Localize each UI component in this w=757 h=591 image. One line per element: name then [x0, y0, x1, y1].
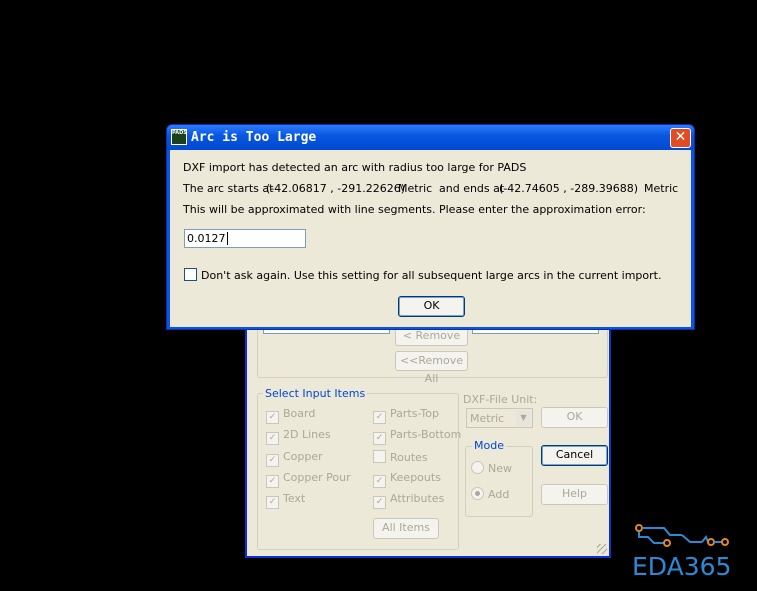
- resize-grip-icon[interactable]: [597, 544, 607, 554]
- radio-selected-icon: [471, 487, 484, 500]
- checkbox-copper-pour[interactable]: ✓ Copper Pour: [266, 471, 351, 488]
- eda365-logo-text: EDA365: [632, 552, 732, 581]
- dxf-import-dialog: < Remove <<Remove All Select Input Items…: [245, 312, 611, 558]
- checkmark-icon: ✓: [373, 411, 386, 424]
- close-button[interactable]: ✕: [670, 128, 691, 148]
- chevron-down-icon: ▼: [516, 410, 531, 426]
- checkbox-parts-bottom[interactable]: ✓ Parts-Bottom: [373, 428, 461, 445]
- ok-button[interactable]: OK: [398, 296, 465, 317]
- checkmark-icon: ✓: [266, 454, 279, 467]
- message-line-2-prefix: The arc starts at: [183, 182, 274, 195]
- message-line-2-mid: and ends at: [439, 182, 505, 195]
- radio-icon: [471, 461, 484, 474]
- dxf-file-unit-label: DXF-File Unit:: [463, 393, 538, 406]
- checkmark-icon: ✓: [373, 496, 386, 509]
- arc-end-point: (-42.74605 , -289.39688): [499, 182, 638, 195]
- checkbox-keepouts[interactable]: ✓ Keepouts: [373, 471, 441, 488]
- checkbox-2d-lines[interactable]: ✓ 2D Lines: [266, 428, 331, 445]
- checkmark-icon: ✓: [373, 432, 386, 445]
- arc-end-unit: Metric: [644, 182, 679, 195]
- checkmark-icon: ✓: [266, 432, 279, 445]
- pads-app-icon: PADS: [171, 129, 187, 145]
- select-input-items-title: Select Input Items: [263, 387, 368, 400]
- message-line-3: This will be approximated with line segm…: [183, 203, 646, 216]
- dialog-title: Arc is Too Large: [191, 130, 317, 145]
- checkbox-routes[interactable]: Routes: [373, 450, 428, 464]
- dxf-file-unit-select[interactable]: Metric ▼: [466, 408, 533, 428]
- checkbox-text[interactable]: ✓ Text: [266, 492, 305, 509]
- dialog-body: DXF import has detected an arc with radi…: [170, 150, 691, 327]
- all-items-button[interactable]: All Items: [373, 518, 439, 539]
- checkbox-attributes[interactable]: ✓ Attributes: [373, 492, 444, 509]
- help-button[interactable]: Help: [541, 484, 608, 505]
- radio-add[interactable]: Add: [471, 487, 509, 501]
- checkbox-parts-top[interactable]: ✓ Parts-Top: [373, 407, 439, 424]
- dxf-file-unit-value: Metric: [470, 412, 505, 425]
- text-cursor: [226, 232, 228, 245]
- radio-new[interactable]: New: [471, 461, 512, 475]
- message-line-1: DXF import has detected an arc with radi…: [183, 161, 527, 174]
- arc-too-large-dialog: PADS Arc is Too Large ✕ DXF import has d…: [166, 124, 695, 330]
- checkbox-board[interactable]: ✓ Board: [266, 407, 315, 424]
- mode-title: Mode: [472, 439, 506, 452]
- remove-all-button[interactable]: <<Remove All: [395, 351, 468, 385]
- title-bar[interactable]: PADS Arc is Too Large ✕: [167, 125, 694, 150]
- checkmark-icon: ✓: [373, 475, 386, 488]
- close-icon: ✕: [674, 129, 687, 145]
- arc-start-point: (-42.06817 , -291.22626): [266, 182, 405, 195]
- dont-ask-again-label: Don't ask again. Use this setting for al…: [201, 269, 662, 282]
- checkmark-icon: ✓: [266, 475, 279, 488]
- dont-ask-again-checkbox[interactable]: Don't ask again. Use this setting for al…: [184, 268, 661, 282]
- checkmark-icon: ✓: [266, 411, 279, 424]
- checkmark-icon: ✓: [266, 496, 279, 509]
- mode-group: [465, 446, 533, 517]
- approximation-error-input[interactable]: 0.0127: [184, 229, 306, 248]
- bg-ok-button[interactable]: OK: [541, 407, 608, 428]
- checkbox-empty-icon: [373, 450, 386, 463]
- cancel-button[interactable]: Cancel: [541, 445, 608, 466]
- checkbox-copper[interactable]: ✓ Copper: [266, 450, 323, 467]
- arc-start-unit: Metric: [398, 182, 433, 195]
- checkbox-empty-icon: [184, 268, 197, 281]
